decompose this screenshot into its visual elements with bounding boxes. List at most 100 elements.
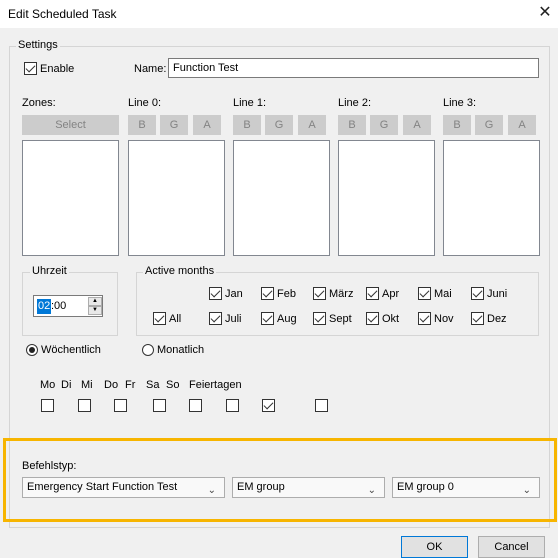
zones-select-button[interactable]: Select bbox=[22, 115, 119, 135]
month-item-nov[interactable]: Nov bbox=[418, 312, 471, 325]
month-item-juli[interactable]: Juli bbox=[209, 312, 261, 325]
month-label: Nov bbox=[434, 312, 454, 325]
month-checkbox[interactable] bbox=[209, 312, 222, 325]
month-item-feb[interactable]: Feb bbox=[261, 287, 313, 300]
chevron-down-icon: ⌄ bbox=[522, 485, 531, 496]
line-0-b-button[interactable]: B bbox=[128, 115, 156, 135]
month-label: Juni bbox=[487, 287, 508, 300]
weekly-radio[interactable] bbox=[26, 344, 38, 356]
month-label: März bbox=[329, 287, 354, 300]
day-checkbox-mo[interactable] bbox=[41, 399, 54, 412]
time-minutes-field[interactable]: :00 bbox=[51, 300, 66, 313]
time-hour-field[interactable]: 02 bbox=[37, 299, 52, 314]
month-item-jan[interactable]: Jan bbox=[209, 287, 261, 300]
line-2-a-button[interactable]: A bbox=[403, 115, 431, 135]
monthly-radio-row[interactable]: Monatlich bbox=[142, 344, 204, 356]
month-checkbox[interactable] bbox=[313, 287, 326, 300]
spin-down-button[interactable]: ▼ bbox=[88, 306, 102, 315]
month-checkbox[interactable] bbox=[261, 312, 274, 325]
month-checkbox[interactable] bbox=[471, 287, 484, 300]
chevron-down-icon: ⌄ bbox=[367, 485, 376, 496]
line-3-label: Line 3: bbox=[443, 97, 477, 109]
enable-checkbox[interactable] bbox=[24, 62, 37, 75]
line-1-b-button[interactable]: B bbox=[233, 115, 261, 135]
line-2-listbox[interactable] bbox=[338, 140, 435, 256]
all-months-checkbox-row[interactable]: All bbox=[153, 312, 181, 325]
month-row-2: Juli Aug Sept Okt Nov Dez bbox=[209, 312, 523, 325]
active-months-label: Active months bbox=[143, 265, 217, 277]
ok-button[interactable]: OK bbox=[401, 536, 468, 558]
month-label: Dez bbox=[487, 312, 507, 325]
line-2-b-button[interactable]: B bbox=[338, 115, 366, 135]
line-0-g-button[interactable]: G bbox=[160, 115, 188, 135]
holiday-checkbox[interactable] bbox=[315, 399, 329, 412]
line-2-g-button[interactable]: G bbox=[370, 115, 398, 135]
group-number-value: EM group 0 bbox=[397, 481, 454, 493]
month-item-mai[interactable]: Mai bbox=[418, 287, 471, 300]
day-label-di: Di bbox=[61, 379, 72, 391]
day-label-fr: Fr bbox=[125, 379, 136, 391]
day-checkbox-so[interactable] bbox=[262, 399, 276, 412]
time-spinner[interactable]: 02 :00 ▲ ▼ bbox=[33, 295, 103, 317]
name-field[interactable]: Function Test bbox=[168, 58, 539, 78]
all-months-checkbox[interactable] bbox=[153, 312, 166, 325]
window-title: Edit Scheduled Task bbox=[8, 7, 117, 21]
day-checkbox-mi[interactable] bbox=[114, 399, 128, 412]
month-checkbox[interactable] bbox=[261, 287, 274, 300]
line-1-listbox[interactable] bbox=[233, 140, 330, 256]
day-checkbox-do[interactable] bbox=[153, 399, 167, 412]
day-label-mo: Mo bbox=[40, 379, 56, 391]
month-label: Apr bbox=[382, 287, 400, 300]
month-item-dez[interactable]: Dez bbox=[471, 312, 523, 325]
settings-group-label: Settings bbox=[16, 39, 60, 51]
enable-label: Enable bbox=[40, 62, 75, 75]
uhrzeit-group-label: Uhrzeit bbox=[30, 265, 69, 277]
close-icon[interactable]: ✕ bbox=[536, 4, 554, 22]
line-3-a-button[interactable]: A bbox=[508, 115, 536, 135]
group-number-dropdown[interactable]: EM group 0 ⌄ bbox=[392, 477, 540, 498]
month-item-juni[interactable]: Juni bbox=[471, 287, 523, 300]
month-checkbox[interactable] bbox=[313, 312, 326, 325]
month-item-maerz[interactable]: März bbox=[313, 287, 366, 300]
monthly-label: Monatlich bbox=[157, 344, 205, 356]
month-checkbox[interactable] bbox=[471, 312, 484, 325]
command-type-value: Emergency Start Function Test bbox=[27, 481, 178, 493]
month-checkbox[interactable] bbox=[366, 287, 379, 300]
line-3-b-button[interactable]: B bbox=[443, 115, 471, 135]
group-dropdown[interactable]: EM group ⌄ bbox=[232, 477, 385, 498]
day-checkbox-fr[interactable] bbox=[189, 399, 203, 412]
month-label: Jan bbox=[225, 287, 243, 300]
month-item-sept[interactable]: Sept bbox=[313, 312, 366, 325]
day-label-sa: Sa bbox=[146, 379, 160, 391]
day-label-so: So bbox=[166, 379, 180, 391]
month-checkbox[interactable] bbox=[418, 312, 431, 325]
line-2-label: Line 2: bbox=[338, 97, 372, 109]
command-type-dropdown[interactable]: Emergency Start Function Test ⌄ bbox=[22, 477, 225, 498]
zones-listbox[interactable] bbox=[22, 140, 119, 256]
month-item-okt[interactable]: Okt bbox=[366, 312, 418, 325]
monthly-radio[interactable] bbox=[142, 344, 154, 356]
month-item-aug[interactable]: Aug bbox=[261, 312, 313, 325]
month-label: Aug bbox=[277, 312, 297, 325]
line-0-listbox[interactable] bbox=[128, 140, 225, 256]
month-checkbox[interactable] bbox=[209, 287, 222, 300]
spin-up-button[interactable]: ▲ bbox=[88, 297, 102, 306]
line-3-g-button[interactable]: G bbox=[475, 115, 503, 135]
line-0-a-button[interactable]: A bbox=[193, 115, 221, 135]
line-1-a-button[interactable]: A bbox=[298, 115, 326, 135]
month-checkbox[interactable] bbox=[366, 312, 379, 325]
enable-checkbox-row[interactable]: Enable bbox=[24, 62, 74, 75]
month-checkbox[interactable] bbox=[418, 287, 431, 300]
line-3-listbox[interactable] bbox=[443, 140, 540, 256]
weekly-radio-row[interactable]: Wöchentlich bbox=[26, 344, 101, 356]
holiday-label: Feiertagen bbox=[189, 379, 242, 391]
month-item-apr[interactable]: Apr bbox=[366, 287, 418, 300]
day-checkbox-sa[interactable] bbox=[226, 399, 240, 412]
line-1-g-button[interactable]: G bbox=[265, 115, 293, 135]
weekly-label: Wöchentlich bbox=[41, 344, 101, 356]
command-type-label: Befehlstyp: bbox=[22, 460, 77, 472]
day-checkbox-di[interactable] bbox=[78, 399, 92, 412]
name-label: Name: bbox=[134, 63, 167, 75]
cancel-button[interactable]: Cancel bbox=[478, 536, 545, 558]
active-months-group bbox=[136, 272, 539, 336]
